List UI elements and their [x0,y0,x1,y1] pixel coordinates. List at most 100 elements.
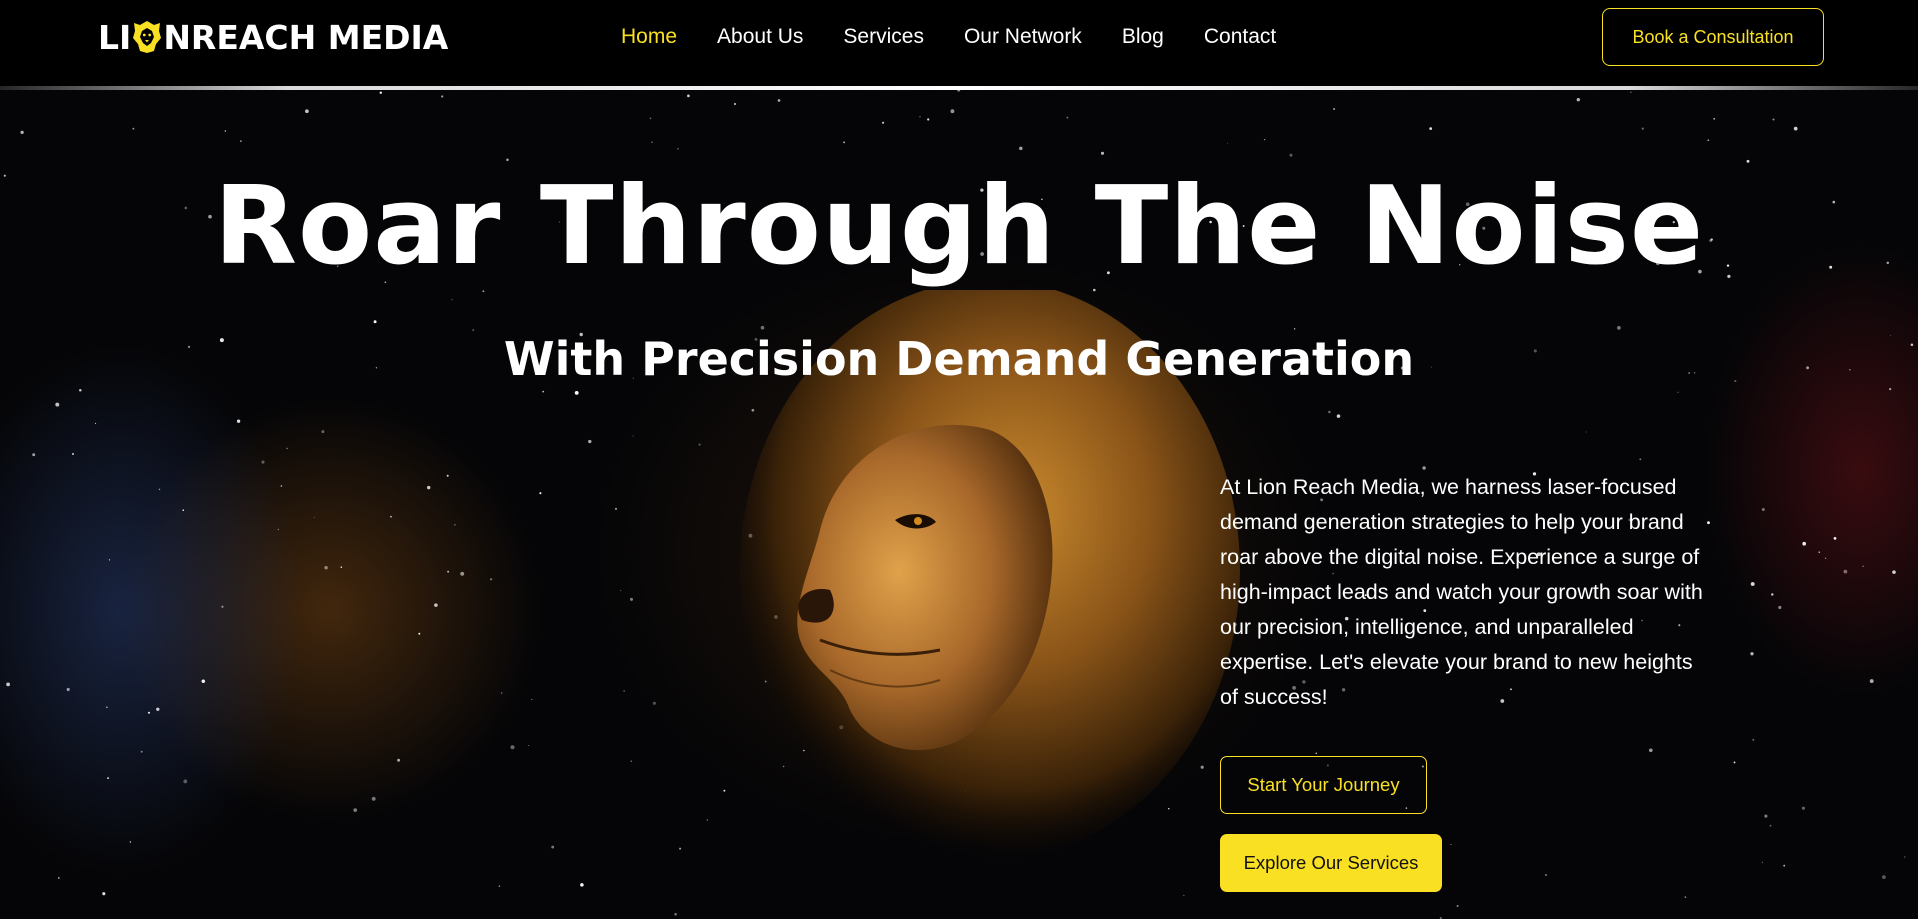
star [1746,159,1750,163]
star [447,570,449,573]
star [158,488,161,491]
star [1315,752,1318,755]
star [441,95,444,98]
star [674,912,677,916]
explore-services-button[interactable]: Explore Our Services [1220,834,1442,892]
main-nav: Home About Us Services Our Network Blog … [621,22,1316,52]
hero-title: Roar Through The Noise [213,164,1705,289]
star [1764,814,1768,818]
star [1769,824,1772,827]
nav-item-services[interactable]: Services [843,25,924,49]
star [20,130,24,135]
star [777,99,781,102]
star [531,698,533,700]
star [1778,605,1782,610]
hero-section: Roar Through The Noise With Precision De… [0,90,1918,919]
star [277,528,279,531]
star [542,390,545,393]
star [1100,151,1105,155]
star [539,492,542,495]
star [472,329,475,331]
star [156,707,160,711]
star [451,299,453,301]
star [950,109,955,114]
hero-subtitle: With Precision Demand Generation [503,332,1415,386]
star [843,141,845,144]
star [32,453,36,457]
star [107,777,110,780]
star [140,750,143,753]
star [1825,557,1827,559]
star [882,121,885,124]
nav-item-about-us[interactable]: About Us [717,25,803,49]
star [1226,142,1228,144]
star [651,141,653,144]
star [528,745,530,746]
star [1833,537,1837,540]
star [390,515,392,518]
star [1289,153,1293,157]
star [632,435,634,437]
star [620,589,622,591]
star [1328,410,1331,414]
star [221,605,224,608]
star [1336,414,1341,418]
star [1684,896,1687,898]
star [580,883,584,887]
star [1648,748,1653,753]
book-consultation-button[interactable]: Book a Consultation [1602,8,1824,66]
star [1772,118,1775,121]
brand-logo[interactable]: LI NREACH MEDIA [98,17,449,57]
star [183,779,188,784]
star [201,679,206,683]
star [1783,864,1786,867]
star [147,711,151,714]
nav-item-our-network[interactable]: Our Network [964,25,1082,49]
star [132,127,135,130]
star [734,103,736,105]
star [1639,458,1642,461]
star [418,632,421,635]
star [1630,91,1632,93]
star [236,419,241,423]
star [1544,873,1548,877]
star [454,524,456,526]
star [1818,551,1820,553]
star [1862,565,1864,567]
nav-item-home[interactable]: Home [621,25,677,49]
star [1750,652,1754,656]
star [615,508,617,510]
star [506,158,509,162]
star [1771,593,1774,596]
star [957,90,961,92]
star [95,422,97,424]
lion-head-icon [133,21,162,53]
star [371,796,376,801]
star [1450,843,1452,846]
star [1904,856,1906,858]
nav-item-blog[interactable]: Blog [1122,25,1164,49]
star [434,603,438,607]
star [106,706,108,708]
star [1843,569,1848,574]
header-divider [0,86,1918,90]
star [630,760,633,763]
start-journey-button[interactable]: Start Your Journey [1220,756,1427,814]
star [1801,806,1805,810]
star [340,566,343,568]
star [353,808,358,812]
star [397,758,401,762]
star [1882,875,1886,879]
star [649,117,652,120]
star [1585,431,1587,433]
nav-item-contact[interactable]: Contact [1204,25,1276,49]
logo-text-end: NREACH MEDIA [163,17,449,57]
site-header: LI NREACH MEDIA Home About Us Services O… [0,0,1918,88]
star [501,692,503,694]
star [460,571,465,576]
star [574,390,579,395]
star [1802,541,1807,546]
star [1019,146,1023,151]
star [919,115,921,118]
star [482,290,485,293]
